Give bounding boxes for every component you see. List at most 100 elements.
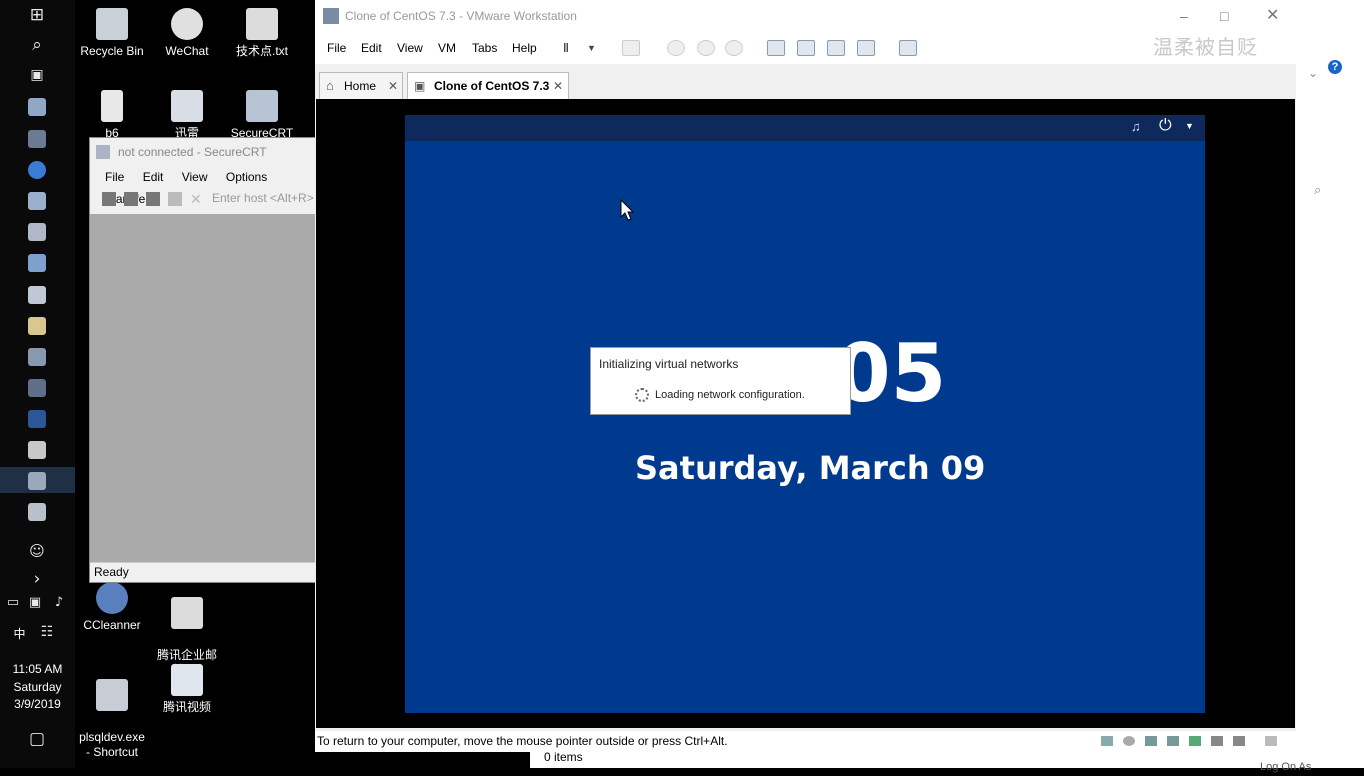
disconnect-icon[interactable]: ✕ [190, 192, 204, 206]
close-tab-icon[interactable]: ✕ [553, 73, 563, 99]
ccleaner-icon [96, 582, 128, 614]
vmware-statusbar: To return to your computer, move the mou… [315, 731, 1296, 752]
desktop-icon-label: plsqldev.exe - Shortcut [79, 730, 145, 759]
unity-icon[interactable] [857, 40, 875, 56]
pause-icon[interactable]: ‖ [563, 32, 569, 64]
chevron-right-icon[interactable]: › [26, 568, 48, 590]
desktop-icon-recycle-bin[interactable]: Recycle Bin [74, 8, 150, 59]
maximize-button[interactable]: □ [1220, 0, 1228, 32]
desktop-icon-txt-file[interactable]: 技术点.txt [224, 8, 300, 59]
power-icon[interactable]: ⏻ [1159, 117, 1172, 135]
tab-clone-centos[interactable]: ▣ Clone of CentOS 7.3 ✕ [407, 72, 569, 100]
library-icon[interactable] [767, 40, 785, 56]
task-view-icon[interactable]: ▣ [26, 64, 48, 86]
securecrt-window[interactable]: not connected - SecureCRT File Edit View… [89, 137, 320, 583]
start-icon[interactable]: ⊞ [26, 4, 48, 26]
vmware-taskbar-icon[interactable] [28, 130, 46, 148]
menu-edit[interactable]: Edit [361, 32, 382, 64]
desktop-icon-tencent-video[interactable]: 腾讯视频 [149, 664, 225, 715]
network-icon[interactable]: ▣ [24, 592, 46, 614]
expand-icon[interactable]: ⌄ [1308, 66, 1318, 80]
browser-taskbar-icon[interactable] [28, 161, 46, 179]
tab-home[interactable]: ⌂ Home ✕ [319, 72, 403, 100]
menu-vm[interactable]: VM [438, 32, 456, 64]
display-icon[interactable] [1233, 736, 1245, 746]
notepad-taskbar-icon[interactable] [28, 441, 46, 459]
desktop-icon-plsqldev[interactable]: plsqldev.exe - Shortcut [74, 664, 150, 775]
send-ctrl-alt-del-icon[interactable] [622, 40, 640, 56]
folder-taskbar-icon[interactable] [28, 317, 46, 335]
notification-icon[interactable]: ▢ [26, 728, 48, 750]
resize-grip-icon[interactable] [1265, 736, 1277, 746]
volume-icon[interactable]: ♫ [1131, 119, 1141, 134]
window-title: not connected - SecureCRT [118, 145, 267, 159]
usb-icon[interactable] [1167, 736, 1179, 746]
thunder-taskbar-icon[interactable] [28, 286, 46, 304]
video-taskbar-icon[interactable] [28, 254, 46, 272]
explorer-window-background: ? ⌕ ⌄ [1296, 0, 1364, 768]
explorer-signin-text[interactable]: Log On As [1260, 758, 1311, 776]
file-icon [101, 90, 123, 122]
desktop-icon-b6[interactable]: b6 [74, 90, 150, 141]
keyboard-icon[interactable]: ☷ [36, 621, 58, 643]
revert-snapshot-icon[interactable] [697, 40, 715, 56]
help-icon[interactable]: ? [1328, 60, 1342, 74]
vmware-titlebar[interactable]: Clone of CentOS 7.3 - VMware Workstation… [315, 0, 1296, 32]
desktop-icon-label: Recycle Bin [80, 44, 144, 58]
menu-file[interactable]: File [327, 32, 346, 64]
mouse-cursor-icon [620, 199, 634, 221]
securecrt-titlebar[interactable]: not connected - SecureCRT [90, 138, 316, 166]
pinned-app-icon[interactable] [28, 192, 46, 210]
hdd-icon[interactable] [1101, 736, 1113, 746]
full-screen-icon[interactable] [827, 40, 845, 56]
window-title: Clone of CentOS 7.3 - VMware Workstation [345, 9, 577, 23]
vmware-taskbar-icon[interactable] [28, 379, 46, 397]
connect-icon[interactable] [102, 192, 116, 206]
chevron-down-icon[interactable]: ▼ [587, 32, 596, 64]
menu-file[interactable]: File [105, 170, 124, 184]
printer-icon[interactable] [1211, 736, 1223, 746]
securecrt-terminal-area[interactable] [90, 214, 316, 562]
chevron-down-icon[interactable]: ▼ [1185, 121, 1194, 131]
search-icon[interactable]: ⌕ [1314, 182, 1321, 198]
securecrt-taskbar-icon[interactable] [28, 472, 46, 490]
cdrom-icon[interactable] [1123, 736, 1135, 746]
network-adapter-icon[interactable] [1145, 736, 1157, 746]
status-hint: To return to your computer, move the mou… [317, 734, 728, 748]
session-tab-icon[interactable] [146, 192, 160, 206]
close-tab-icon[interactable]: ✕ [388, 73, 398, 99]
thumbnail-icon[interactable] [797, 40, 815, 56]
menu-options[interactable]: Options [226, 170, 267, 184]
minimize-button[interactable]: – [1180, 0, 1188, 32]
pinned-app-icon[interactable] [28, 98, 46, 116]
host-input[interactable]: Enter host <Alt+R> [212, 191, 314, 205]
menu-tabs[interactable]: Tabs [472, 32, 497, 64]
snapshot-icon[interactable] [667, 40, 685, 56]
pinned-app-icon[interactable] [28, 503, 46, 521]
pinned-app-icon[interactable] [28, 223, 46, 241]
clock-date[interactable]: 3/9/2019 [0, 697, 75, 711]
reconnect-icon[interactable] [168, 192, 182, 206]
quick-connect-icon[interactable] [124, 192, 138, 206]
word-taskbar-icon[interactable] [28, 410, 46, 428]
clock-day[interactable]: Saturday [0, 680, 75, 694]
battery-icon[interactable]: ▭ [2, 592, 24, 614]
menu-view[interactable]: View [182, 170, 208, 184]
desktop-icon-thunder[interactable]: 迅雷 [149, 90, 225, 141]
menu-view[interactable]: View [397, 32, 423, 64]
menu-help[interactable]: Help [512, 32, 537, 64]
sound-icon[interactable] [1189, 736, 1201, 746]
close-button[interactable]: ✕ [1266, 0, 1279, 32]
snapshot-manager-icon[interactable] [725, 40, 743, 56]
search-icon[interactable]: ⌕ [26, 34, 48, 56]
recycle-bin-icon [96, 8, 128, 40]
settings-taskbar-icon[interactable] [28, 348, 46, 366]
console-view-icon[interactable] [899, 40, 917, 56]
clock-time[interactable]: 11:05 AM [0, 662, 75, 676]
volume-icon[interactable]: ♪ [48, 592, 70, 614]
menu-edit[interactable]: Edit [143, 170, 164, 184]
people-icon[interactable]: ☺ [26, 540, 48, 562]
desktop-icon-securecrt[interactable]: SecureCRT [224, 90, 300, 141]
desktop-icon-ccleaner[interactable]: CCleanner [74, 582, 150, 633]
desktop-icon-wechat[interactable]: WeChat [149, 8, 225, 59]
